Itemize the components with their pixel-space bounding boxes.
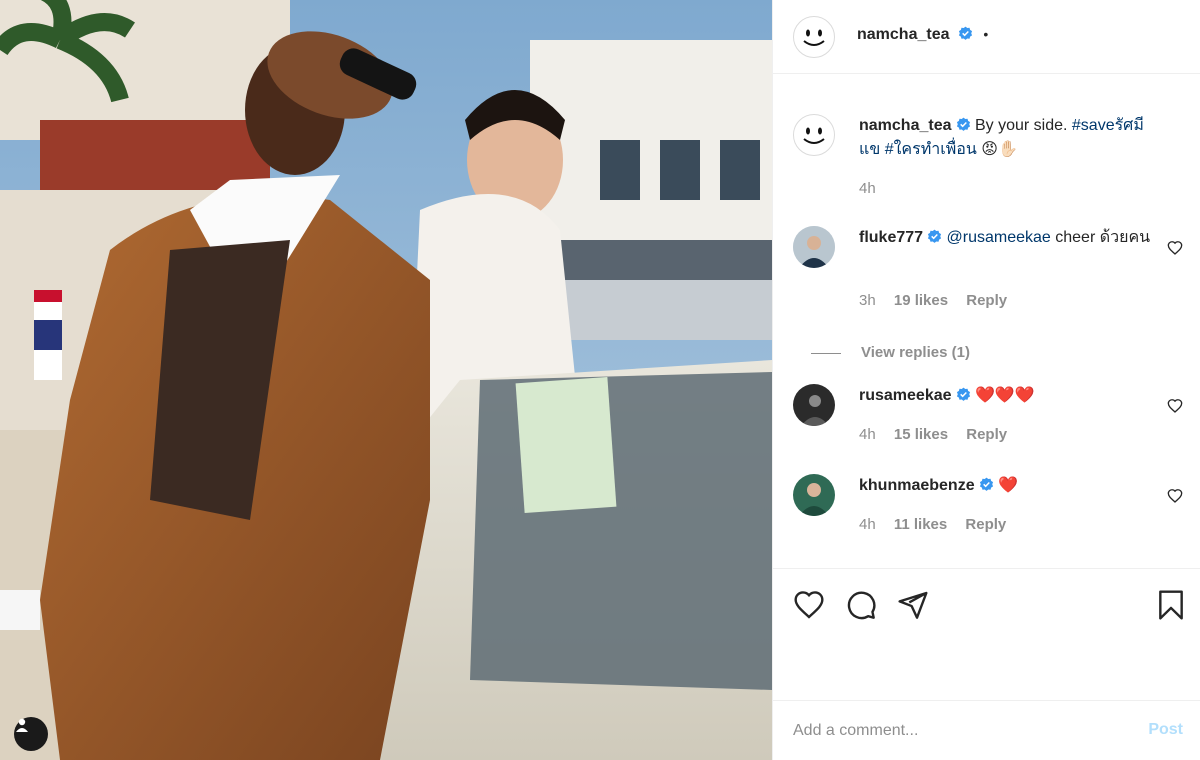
comment-meta: 4h 15 likes Reply: [859, 426, 1021, 443]
comment-like-heart-icon[interactable]: [1167, 488, 1183, 504]
post-header: namcha_tea •: [773, 0, 1200, 74]
comment-likes[interactable]: 15 likes: [894, 426, 948, 443]
post-photo[interactable]: [0, 0, 772, 760]
comment-text: ❤️: [998, 477, 1018, 494]
caption: namcha_tea By your side. #saveรัศมีแข #ใ…: [793, 114, 1183, 214]
comment-like-heart-icon[interactable]: [1167, 398, 1183, 414]
comment-likes[interactable]: 19 likes: [894, 292, 948, 309]
comment-reply-button[interactable]: Reply: [965, 516, 1006, 533]
comment-mention[interactable]: @rusameekae: [947, 229, 1051, 246]
comments-list[interactable]: namcha_tea By your side. #saveรัศมีแข #ใ…: [773, 74, 1200, 568]
paper-plane-icon[interactable]: [897, 589, 929, 621]
caption-username[interactable]: namcha_tea: [859, 117, 952, 134]
comment-text: cheer ด้วยคน: [1055, 229, 1151, 246]
comment-reply-button[interactable]: Reply: [966, 426, 1007, 443]
author-avatar[interactable]: [793, 16, 835, 58]
comment-item: khunmaebenze ❤️ 4h 11 likes Reply: [793, 474, 1183, 544]
comment-icon[interactable]: [845, 589, 877, 621]
caption-avatar[interactable]: [793, 114, 835, 156]
comment-text-block: rusameekae ❤️❤️❤️: [859, 384, 1159, 408]
caption-hashtag-2[interactable]: #ใครทำเพื่อน: [885, 141, 977, 158]
caption-timestamp[interactable]: 4h: [859, 180, 876, 197]
commenter-avatar[interactable]: [793, 384, 835, 426]
comment-meta: 4h 11 likes Reply: [859, 516, 1020, 533]
comment-timestamp[interactable]: 4h: [859, 426, 876, 443]
person-tag-icon: [16, 718, 28, 732]
smiley-avatar-icon: [803, 127, 825, 144]
profile-photo-icon: [793, 474, 835, 516]
commenter-avatar[interactable]: [793, 226, 835, 268]
post-side-panel: namcha_tea • namcha_tea By your side. #s: [772, 0, 1200, 760]
header-author: namcha_tea •: [857, 26, 988, 44]
header-separator: •: [983, 26, 989, 42]
comment-text: ❤️❤️❤️: [974, 387, 1035, 404]
verified-badge-icon: [956, 387, 970, 401]
view-replies-button[interactable]: View replies (1): [811, 344, 1018, 361]
post-comment-button[interactable]: Post: [1148, 721, 1183, 739]
add-comment-bar: Post: [773, 700, 1200, 760]
comment-username[interactable]: rusameekae: [859, 387, 952, 404]
add-comment-input[interactable]: [793, 719, 1113, 743]
comment-item: fluke777 @rusameekae cheer ด้วยคน 3h 19 …: [793, 226, 1183, 336]
comment-likes[interactable]: 11 likes: [894, 516, 947, 533]
tagged-people-button[interactable]: [14, 717, 48, 751]
comment-text-block: khunmaebenze ❤️: [859, 474, 1159, 498]
verified-badge-icon: [927, 229, 942, 243]
bookmark-icon[interactable]: [1155, 589, 1187, 621]
smiley-avatar-icon: [803, 29, 825, 46]
verified-badge-icon: [956, 117, 970, 131]
verified-badge-icon: [958, 26, 973, 40]
caption-text: By your side.: [974, 117, 1068, 134]
post-action-bar: [773, 568, 1200, 648]
caption-text-block: namcha_tea By your side. #saveรัศมีแข #ใ…: [859, 114, 1159, 162]
comment-text-block: fluke777 @rusameekae cheer ด้วยคน: [859, 226, 1159, 250]
profile-photo-icon: [793, 384, 835, 426]
wedding-photo-illustration: [0, 0, 772, 760]
heart-icon[interactable]: [793, 589, 825, 621]
commenter-avatar[interactable]: [793, 474, 835, 516]
comment-timestamp[interactable]: 4h: [859, 516, 876, 533]
verified-badge-icon: [979, 477, 993, 491]
comment-item: rusameekae ❤️❤️❤️ 4h 15 likes Reply: [793, 384, 1183, 454]
comment-meta: 3h 19 likes Reply: [859, 292, 1021, 309]
view-replies-line: [811, 352, 841, 354]
caption-emoji: 😡✋🏻: [981, 141, 1018, 158]
view-replies-label: View replies (1): [861, 344, 970, 361]
profile-photo-icon: [793, 226, 835, 268]
comment-username[interactable]: fluke777: [859, 229, 923, 246]
comment-like-heart-icon[interactable]: [1167, 240, 1183, 256]
comment-reply-button[interactable]: Reply: [966, 292, 1007, 309]
author-username[interactable]: namcha_tea: [857, 26, 950, 43]
comment-timestamp[interactable]: 3h: [859, 292, 876, 309]
comment-username[interactable]: khunmaebenze: [859, 477, 975, 494]
caption-meta: 4h: [859, 180, 890, 197]
